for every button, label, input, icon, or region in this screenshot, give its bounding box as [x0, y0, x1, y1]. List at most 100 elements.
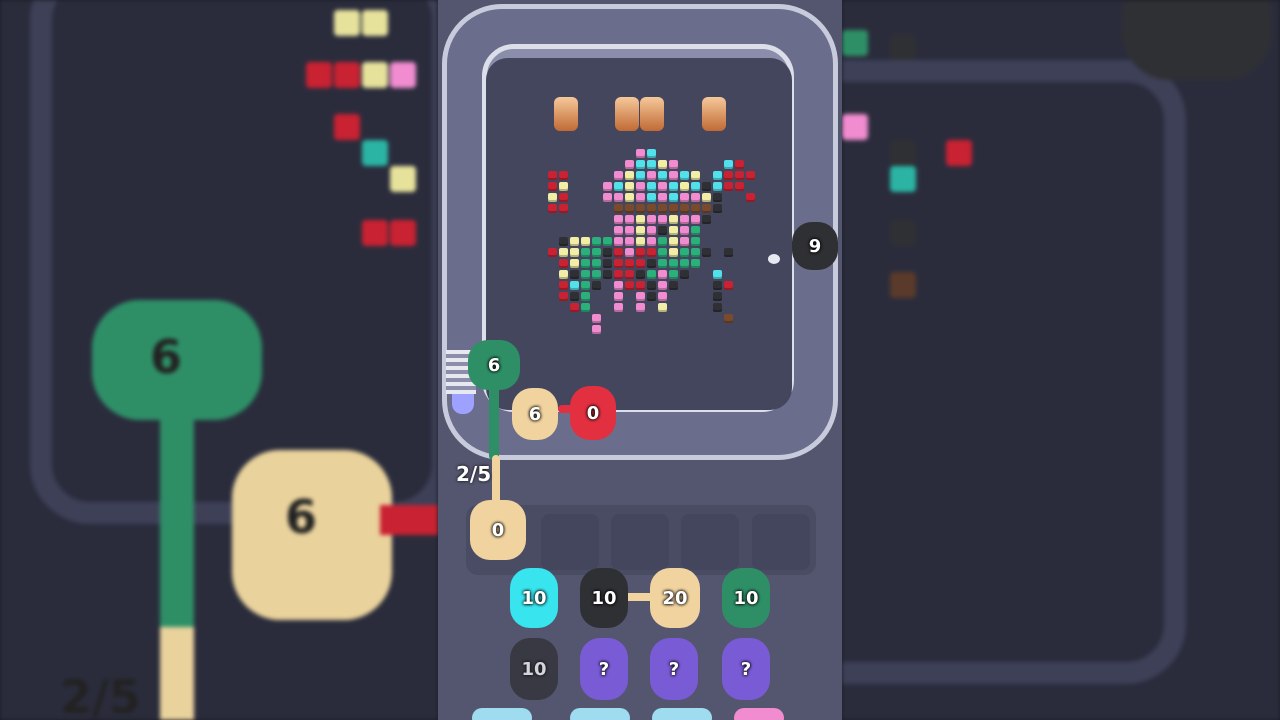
torch-icon: [615, 97, 639, 131]
pixel-block: [614, 226, 623, 235]
pixel-block: [702, 248, 711, 257]
pixel-block: [603, 270, 612, 279]
pixel-block: [614, 303, 623, 312]
pixel-block: [669, 171, 678, 180]
pixel-block: [592, 270, 601, 279]
pixel-block: [581, 259, 590, 268]
pixel-block: [702, 204, 711, 213]
pixel-block: [669, 237, 678, 246]
pixel-block: [658, 259, 667, 268]
empty-slot[interactable]: [611, 514, 669, 570]
puller-count: 10: [733, 587, 759, 609]
queue-puller-cyan[interactable]: 10: [510, 568, 558, 628]
empty-slot[interactable]: [541, 514, 599, 570]
pixel-block: [625, 281, 634, 290]
pixel-block: [390, 220, 416, 246]
pixel-block: [592, 237, 601, 246]
pixel-block: [658, 292, 667, 301]
pixel-block: [570, 303, 579, 312]
pixel-block: [647, 281, 656, 290]
pixel-block: [724, 182, 733, 191]
next-row-puller: [734, 708, 784, 720]
pixel-block: [713, 270, 722, 279]
pixel-block: [890, 140, 916, 166]
pixel-block: [559, 270, 568, 279]
pixel-block: [625, 226, 634, 235]
pixel-block: [390, 166, 416, 192]
queue-puller-green[interactable]: 10: [722, 568, 770, 628]
mystery-puller[interactable]: ?: [650, 638, 698, 700]
pixel-block: [647, 292, 656, 301]
pixel-block: [603, 182, 612, 191]
queue-puller-yellow[interactable]: 20: [650, 568, 700, 628]
pixel-block: [890, 34, 916, 60]
puller-yellow[interactable]: 6: [512, 388, 558, 440]
pixel-block: [713, 292, 722, 301]
queue-puller-black[interactable]: 10: [580, 568, 628, 628]
pixel-block: [636, 303, 645, 312]
mystery-mark: ?: [598, 658, 610, 680]
pixel-block: [647, 193, 656, 202]
pixel-block: [603, 237, 612, 246]
pixel-block: [658, 303, 667, 312]
pixel-block: [647, 248, 656, 257]
pixel-block: [680, 171, 689, 180]
pixel-block: [658, 215, 667, 224]
pixel-block: [647, 204, 656, 213]
torch-icon: [554, 97, 578, 131]
pixel-block: [614, 193, 623, 202]
pixel-block: [559, 182, 568, 191]
pixel-block: [614, 270, 623, 279]
puller-count: 10: [521, 658, 547, 680]
pixel-block: [570, 270, 579, 279]
pixel-block: [334, 62, 360, 88]
pixel-block: [636, 281, 645, 290]
pixel-block: [691, 193, 700, 202]
pixel-block: [625, 237, 634, 246]
pixel-block: [548, 204, 557, 213]
empty-slot[interactable]: [681, 514, 739, 570]
pixel-block: [691, 215, 700, 224]
pixel-block: [625, 171, 634, 180]
mystery-puller[interactable]: ?: [580, 638, 628, 700]
pixel-block: [746, 193, 755, 202]
pixel-block: [581, 281, 590, 290]
pixel-block: [548, 248, 557, 257]
pixel-block: [614, 248, 623, 257]
puller-red[interactable]: 0: [570, 386, 616, 440]
pixel-block: [658, 270, 667, 279]
pixel-block: [658, 193, 667, 202]
mystery-puller[interactable]: ?: [722, 638, 770, 700]
pixel-block: [592, 248, 601, 257]
pixel-block: [669, 226, 678, 235]
slot-puller-yellow[interactable]: 0: [470, 500, 526, 560]
pixel-block: [842, 114, 868, 140]
pixel-block: [625, 193, 634, 202]
pixel-block: [559, 204, 568, 213]
next-row-puller: [652, 708, 712, 720]
pixel-block: [647, 182, 656, 191]
pixel-block: [362, 10, 388, 36]
pixel-block: [669, 248, 678, 257]
pixel-block: [669, 193, 678, 202]
pixel-block: [724, 171, 733, 180]
pixel-block: [746, 171, 755, 180]
empty-slot[interactable]: [752, 514, 810, 570]
next-row-puller: [570, 708, 630, 720]
pixel-block: [669, 259, 678, 268]
puller-count: 10: [521, 587, 547, 609]
puller-count: 6: [528, 403, 542, 425]
big-red-rope: [380, 505, 438, 535]
big-counter-label: 2/5: [60, 670, 141, 720]
puller-green[interactable]: 6: [468, 340, 520, 390]
pixel-block: [570, 281, 579, 290]
pixel-block: [625, 215, 634, 224]
pixel-block: [669, 281, 678, 290]
pixel-block: [890, 272, 916, 298]
big-rope: [160, 410, 194, 720]
pixel-block: [581, 248, 590, 257]
pixel-block: [658, 160, 667, 169]
side-black-puller[interactable]: 9: [792, 222, 838, 270]
pixel-block: [680, 270, 689, 279]
queue-puller-black-faded[interactable]: 10: [510, 638, 558, 700]
